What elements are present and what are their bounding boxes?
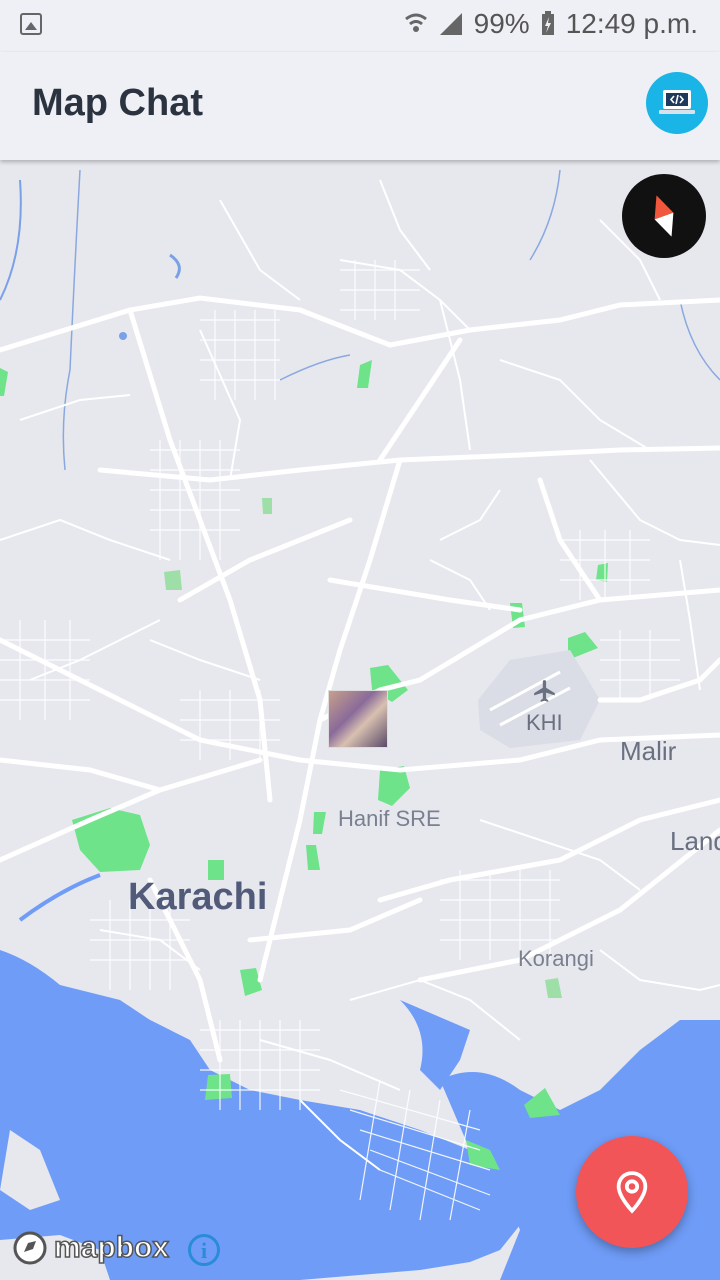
image-notification-icon — [20, 13, 42, 35]
status-bar: 99% 12:49 p.m. — [0, 0, 720, 52]
wifi-icon — [404, 13, 427, 32]
location-pin-icon — [616, 1171, 648, 1214]
battery-icon — [541, 11, 554, 35]
mapbox-logo-text: mapbox — [53, 1230, 170, 1265]
area-label-hanif-sre: Hanif SRE — [338, 806, 441, 831]
battery-percent: 99% — [473, 8, 530, 39]
airport-icon — [534, 680, 555, 702]
compass-needle-icon — [654, 195, 674, 237]
mapbox-logo[interactable]: mapbox — [12, 1230, 170, 1266]
mapbox-logo-icon — [13, 1231, 47, 1265]
signal-icon — [439, 13, 462, 35]
photo-marker[interactable] — [328, 690, 388, 748]
developer-button[interactable] — [646, 72, 708, 134]
location-button[interactable] — [576, 1136, 688, 1248]
area-label-korangi: Korangi — [518, 946, 594, 971]
airport-label-khi: KHI — [526, 710, 563, 735]
laptop-code-icon — [659, 90, 695, 114]
attribution-info-button[interactable]: i — [188, 1234, 220, 1266]
area-label-malir: Malir — [620, 736, 677, 766]
status-right: 99% 12:49 p.m. — [404, 8, 698, 40]
compass-button[interactable] — [622, 174, 706, 258]
area-label-landhi: Land — [670, 826, 720, 856]
map-view[interactable] — [0, 160, 720, 1280]
park — [262, 498, 272, 514]
park — [205, 1074, 232, 1100]
city-label-karachi: Karachi — [128, 876, 268, 918]
app-bar: Map Chat — [0, 52, 720, 160]
park — [164, 570, 182, 590]
app-title: Map Chat — [32, 82, 203, 124]
clock: 12:49 p.m. — [565, 8, 698, 39]
